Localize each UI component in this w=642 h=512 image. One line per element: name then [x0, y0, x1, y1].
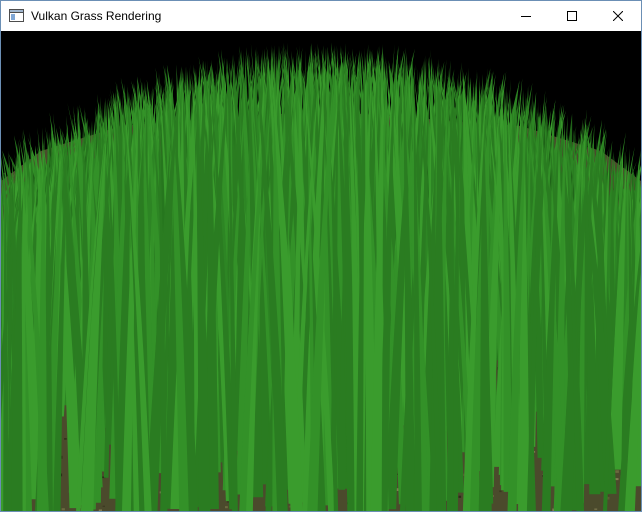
- ground-speck: [458, 495, 462, 498]
- ground-speck: [61, 508, 65, 511]
- close-button[interactable]: [595, 1, 641, 31]
- close-icon: [613, 11, 623, 21]
- maximize-icon: [567, 11, 577, 21]
- window-app-icon: [9, 9, 24, 22]
- minimize-button[interactable]: [503, 1, 549, 31]
- ground-speck: [98, 509, 102, 511]
- window-title: Vulkan Grass Rendering: [31, 9, 162, 23]
- ground-speck: [499, 490, 502, 493]
- render-viewport[interactable]: [1, 31, 641, 511]
- application-window: Vulkan Grass Rendering: [0, 0, 642, 512]
- maximize-button[interactable]: [549, 1, 595, 31]
- ground-speck: [225, 506, 228, 509]
- grass-scene: [1, 31, 641, 511]
- ground-speck: [615, 478, 619, 481]
- ground-speck: [102, 505, 105, 507]
- ground-speck: [615, 470, 619, 473]
- title-bar[interactable]: Vulkan Grass Rendering: [1, 1, 641, 31]
- minimize-icon: [521, 16, 531, 17]
- ground-speck: [64, 438, 67, 440]
- ground-speck: [594, 508, 598, 510]
